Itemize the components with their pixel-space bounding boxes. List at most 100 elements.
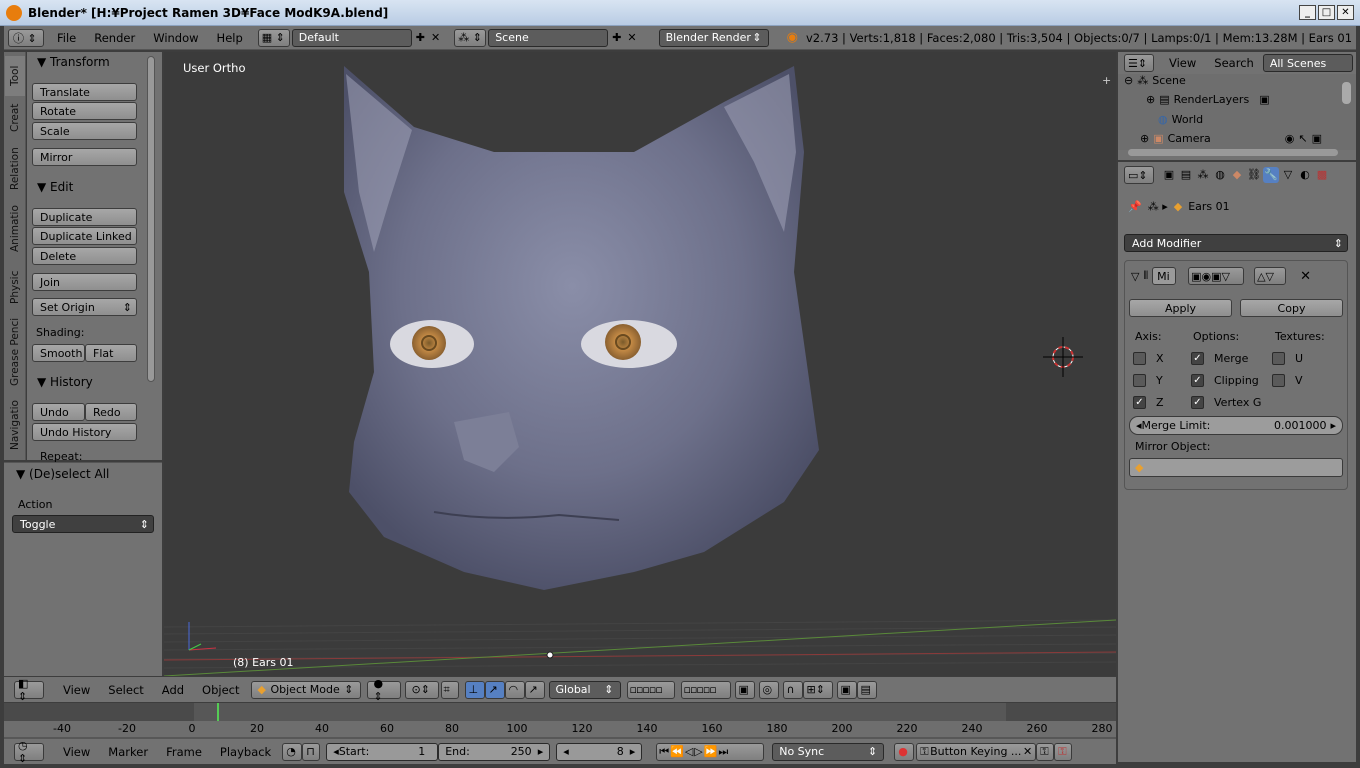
texture-tab-icon[interactable]: ▩ bbox=[1314, 167, 1330, 183]
delete-key-button[interactable]: ⚿ bbox=[1054, 742, 1073, 761]
outliner-menu-search[interactable]: Search bbox=[1205, 56, 1263, 70]
render-camera-icon[interactable]: ▣ bbox=[1312, 132, 1322, 145]
rotate-button[interactable]: Rotate bbox=[32, 102, 137, 120]
scene-browse[interactable]: ⁂ ⇕ bbox=[454, 28, 487, 47]
material-tab-icon[interactable]: ◐ bbox=[1297, 167, 1313, 183]
redo-button[interactable]: Redo bbox=[85, 403, 137, 421]
outliner-item-camera[interactable]: ⊕ ▣ Camera ◉ ↖ ▣ bbox=[1140, 132, 1322, 145]
texture-u-checkbox[interactable] bbox=[1272, 352, 1285, 365]
menu-marker[interactable]: Marker bbox=[99, 745, 157, 759]
manipulator-scale[interactable]: ↗ bbox=[524, 680, 545, 699]
constraints-tab-icon[interactable]: ⛓ bbox=[1246, 167, 1262, 183]
delete-button[interactable]: Delete bbox=[32, 247, 137, 265]
3d-viewport[interactable]: User Ortho + (8) Ears 01 bbox=[164, 52, 1116, 676]
modifiers-tab-icon[interactable]: 🔧 bbox=[1263, 167, 1279, 183]
render-engine-select[interactable]: Blender Render ⇕ bbox=[658, 28, 769, 47]
viewport-plus-icon[interactable]: + bbox=[1102, 74, 1111, 87]
renderlayer-toggle-icon[interactable]: ▣ bbox=[1259, 93, 1269, 106]
vertex-groups-checkbox[interactable]: ✓ bbox=[1191, 396, 1204, 409]
screen-layout-field[interactable]: Default bbox=[291, 28, 412, 47]
playback-controls[interactable]: ⏮⏪◁▷⏩⏭ bbox=[656, 742, 765, 761]
outliner-item-renderlayers[interactable]: ⊕ ▤ RenderLayers ▣ bbox=[1146, 93, 1270, 106]
layers-row-2[interactable]: ▫▫▫▫▫ bbox=[680, 680, 731, 699]
set-origin-menu[interactable]: Set Origin ⇕ bbox=[32, 298, 137, 316]
outliner-filter-select[interactable]: All Scenes bbox=[1262, 54, 1353, 72]
preview-range-button[interactable]: ◔ bbox=[282, 742, 303, 761]
duplicate-linked-button[interactable]: Duplicate Linked bbox=[32, 227, 137, 245]
tab-create[interactable]: Creat bbox=[5, 98, 25, 138]
opengl-render-button[interactable]: ▣ bbox=[836, 680, 857, 699]
toolshelf-scrollbar[interactable] bbox=[147, 56, 155, 382]
outliner-scrollbar[interactable] bbox=[1342, 82, 1351, 104]
scale-button[interactable]: Scale bbox=[32, 122, 137, 140]
outliner-hscrollbar[interactable] bbox=[1128, 149, 1338, 156]
lock-layers-button[interactable]: ▣ bbox=[734, 680, 755, 699]
snap-element-select[interactable]: ⊞⇕ bbox=[802, 680, 833, 699]
transform-panel-header[interactable]: ▼ Transform bbox=[37, 55, 110, 69]
tab-tool[interactable]: Tool bbox=[5, 56, 25, 96]
timeline-area[interactable]: -40 -20 0 20 40 60 80 100 120 140 160 180 200 220 240 2… bbox=[4, 703, 1116, 739]
menu-view[interactable]: View bbox=[54, 683, 99, 697]
menu-help[interactable]: Help bbox=[208, 31, 252, 45]
axis-y-checkbox[interactable] bbox=[1133, 374, 1146, 387]
remove-modifier-icon[interactable]: ✕ bbox=[1300, 269, 1311, 284]
expand-icon[interactable]: ⊕ bbox=[1146, 93, 1155, 106]
add-layout-icon[interactable]: ✚ bbox=[416, 31, 425, 44]
editor-type-timeline[interactable]: ◷ ⇕ bbox=[14, 739, 44, 765]
move-modifier-buttons[interactable]: △▽ bbox=[1254, 267, 1287, 285]
history-panel-header[interactable]: ▼ History bbox=[37, 375, 93, 389]
layers-row-1[interactable]: ▫▫▫▫▫ bbox=[626, 680, 675, 699]
add-modifier-menu[interactable]: Add Modifier ⇕ bbox=[1124, 234, 1348, 252]
translate-manipulator-toggle[interactable]: ⊥ bbox=[464, 680, 485, 699]
lock-range-button[interactable]: ⊓ bbox=[302, 742, 321, 761]
menu-select[interactable]: Select bbox=[99, 683, 152, 697]
menu-frame[interactable]: Frame bbox=[157, 745, 211, 759]
tab-navigation[interactable]: Navigatio bbox=[5, 396, 25, 454]
merge-limit-field[interactable]: ◂ Merge Limit: 0.001000 ▸ bbox=[1129, 416, 1343, 435]
join-button[interactable]: Join bbox=[32, 273, 137, 291]
editor-type-info-button[interactable]: ⓘ ⇕ bbox=[8, 28, 44, 47]
orientation-select[interactable]: Global ⇕ bbox=[548, 680, 621, 699]
add-scene-icon[interactable]: ✚ bbox=[612, 31, 621, 44]
tab-animation[interactable]: Animatio bbox=[5, 200, 25, 258]
3d-cursor-icon[interactable] bbox=[1043, 337, 1083, 377]
mode-select[interactable]: ◆ Object Mode ⇕ bbox=[250, 680, 361, 699]
expand-camera-icon[interactable]: ⊕ bbox=[1140, 132, 1149, 145]
render-tab-icon[interactable]: ▣ bbox=[1161, 167, 1177, 183]
edit-panel-header[interactable]: ▼ Edit bbox=[37, 180, 73, 194]
collapse-icon[interactable]: ⊖ bbox=[1124, 74, 1133, 87]
visibility-eye-icon[interactable]: ◉ bbox=[1285, 132, 1295, 145]
modifier-name-field[interactable]: Mi bbox=[1152, 267, 1177, 285]
texture-v-checkbox[interactable] bbox=[1272, 374, 1285, 387]
current-frame-marker[interactable] bbox=[217, 703, 220, 721]
start-frame-field[interactable]: ◂ Start: 1 bbox=[326, 742, 439, 761]
menu-timeline-view[interactable]: View bbox=[54, 745, 99, 759]
data-tab-icon[interactable]: ▽ bbox=[1280, 167, 1296, 183]
axis-x-checkbox[interactable] bbox=[1133, 352, 1146, 365]
menu-render[interactable]: Render bbox=[85, 31, 144, 45]
keying-set-field[interactable]: ⚿ Button Keying ... ✕ bbox=[916, 742, 1037, 761]
maximize-button[interactable]: □ bbox=[1318, 5, 1335, 20]
axis-z-checkbox[interactable]: ✓ bbox=[1133, 396, 1146, 409]
merge-checkbox[interactable]: ✓ bbox=[1191, 352, 1204, 365]
minimize-button[interactable]: _ bbox=[1299, 5, 1316, 20]
mirror-object-field[interactable]: ◆ bbox=[1129, 458, 1343, 477]
operator-panel-header[interactable]: ▼ (De)select All bbox=[16, 467, 109, 481]
tab-physics[interactable]: Physic bbox=[5, 264, 25, 310]
menu-add[interactable]: Add bbox=[153, 683, 193, 697]
manipulator-toggle[interactable]: ⌗ bbox=[440, 680, 459, 699]
tab-relations[interactable]: Relation bbox=[5, 142, 25, 196]
proportional-edit-button[interactable]: ◎ bbox=[758, 680, 779, 699]
undo-history-button[interactable]: Undo History bbox=[32, 423, 137, 441]
outliner-item-scene[interactable]: ⊖ ⁂ Scene bbox=[1124, 74, 1186, 87]
menu-object[interactable]: Object bbox=[193, 683, 248, 697]
tab-grease-pencil[interactable]: Grease Penci bbox=[5, 316, 25, 388]
collapse-modifier-icon[interactable]: ▽ bbox=[1131, 270, 1139, 283]
undo-button[interactable]: Undo bbox=[32, 403, 85, 421]
menu-file[interactable]: File bbox=[48, 31, 85, 45]
snap-toggle[interactable]: ∩ bbox=[782, 680, 803, 699]
render-layers-tab-icon[interactable]: ▤ bbox=[1178, 167, 1194, 183]
apply-button[interactable]: Apply bbox=[1129, 299, 1232, 317]
viewport-shading-select[interactable]: ● ⇕ bbox=[366, 677, 401, 703]
outliner-menu-view[interactable]: View bbox=[1160, 56, 1205, 70]
